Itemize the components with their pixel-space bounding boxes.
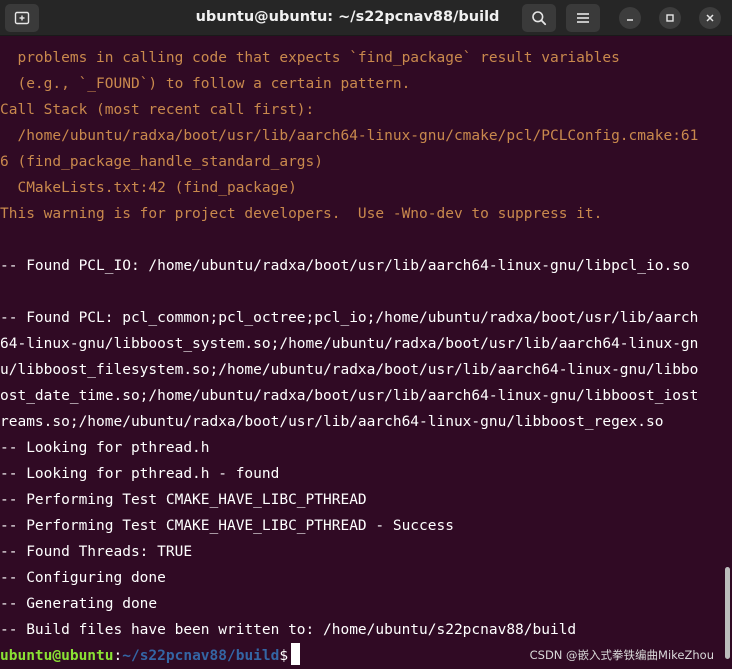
terminal-line: -- Found Threads: TRUE — [0, 544, 193, 560]
terminal-line: u/libboost_filesystem.so;/home/ubuntu/ra… — [0, 362, 699, 378]
terminal-line: -- Configuring done — [0, 570, 166, 586]
new-tab-button[interactable] — [5, 4, 39, 32]
terminal-line: ost_date_time.so;/home/ubuntu/radxa/boot… — [0, 388, 699, 404]
terminal-output[interactable]: problems in calling code that expects `f… — [0, 36, 722, 669]
terminal-line: -- Generating done — [0, 596, 158, 612]
terminal-line: -- Looking for pthread.h — [0, 440, 210, 456]
prompt-separator: : — [113, 648, 123, 664]
close-button[interactable] — [699, 7, 721, 29]
terminal-line: reams.so;/home/ubuntu/radxa/boot/usr/lib… — [0, 414, 664, 430]
search-button[interactable] — [522, 4, 556, 32]
new-tab-icon — [14, 11, 30, 25]
close-icon — [706, 14, 714, 22]
terminal-line: CMakeLists.txt:42 (find_package) — [0, 180, 297, 196]
scrollbar-thumb[interactable] — [725, 567, 730, 659]
maximize-icon — [666, 14, 674, 22]
terminal-line: -- Found PCL_IO: /home/ubuntu/radxa/boot… — [0, 258, 690, 274]
terminal-line: 64-linux-gnu/libboost_system.so;/home/ub… — [0, 336, 699, 352]
search-icon — [532, 11, 547, 26]
prompt-symbol: $ — [279, 648, 289, 664]
maximize-button[interactable] — [659, 7, 681, 29]
terminal-line: /home/ubuntu/radxa/boot/usr/lib/aarch64-… — [0, 128, 699, 144]
terminal-line: (e.g., `_FOUND`) to follow a certain pat… — [0, 76, 411, 92]
menu-button[interactable] — [566, 4, 600, 32]
minimize-button[interactable] — [619, 7, 641, 29]
text-cursor — [291, 643, 301, 665]
prompt-user-host: ubuntu@ubuntu — [0, 648, 114, 664]
terminal-line: -- Build files have been written to: /ho… — [0, 622, 577, 638]
hamburger-menu-icon — [577, 13, 589, 23]
watermark: CSDN @嵌入式拳铁编曲MikeZhou — [529, 648, 714, 662]
terminal-window: ubuntu@ubuntu: ~/s22pcnav88/build proble… — [0, 0, 732, 669]
titlebar: ubuntu@ubuntu: ~/s22pcnav88/build — [0, 0, 732, 36]
terminal-lines: problems in calling code that expects `f… — [0, 45, 722, 669]
terminal-line: -- Performing Test CMAKE_HAVE_LIBC_PTHRE… — [0, 518, 454, 534]
window-title: ubuntu@ubuntu: ~/s22pcnav88/build — [195, 9, 500, 25]
minimize-icon — [627, 19, 633, 21]
terminal-line: -- Found PCL: pcl_common;pcl_octree;pcl_… — [0, 310, 699, 326]
prompt-path: ~/s22pcnav88/build — [122, 648, 280, 664]
terminal-line: -- Performing Test CMAKE_HAVE_LIBC_PTHRE… — [0, 492, 367, 508]
terminal-line: problems in calling code that expects `f… — [0, 50, 620, 66]
terminal-line: Call Stack (most recent call first): — [0, 102, 315, 118]
terminal-line: -- Looking for pthread.h - found — [0, 466, 280, 482]
terminal-line: 6 (find_package_handle_standard_args) — [0, 154, 324, 170]
terminal-line: This warning is for project developers. … — [0, 206, 603, 222]
